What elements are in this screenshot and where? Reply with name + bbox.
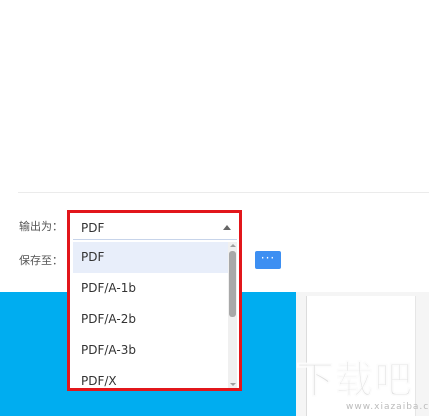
section-divider	[18, 192, 429, 193]
format-option-pdf-x[interactable]: PDF/X	[73, 366, 231, 388]
format-option-pdf-a-1b[interactable]: PDF/A-1b	[73, 273, 231, 304]
watermark-url: www.xiazaiba.com	[346, 402, 429, 412]
scroll-down-arrow-icon[interactable]	[230, 383, 236, 386]
caret-up-icon[interactable]	[223, 225, 231, 230]
format-option-pdf[interactable]: PDF	[73, 242, 231, 273]
browse-folder-button[interactable]: ···	[255, 251, 281, 269]
output-format-label: 输出为：	[19, 220, 63, 233]
save-location-label: 保存至：	[19, 254, 63, 267]
dropdown-scrollbar[interactable]	[228, 242, 237, 388]
watermark-logo: 下载吧 www.xiazaiba.com	[290, 358, 429, 416]
format-option-pdf-a-2b[interactable]: PDF/A-2b	[73, 304, 231, 335]
scrollbar-thumb[interactable]	[229, 251, 236, 317]
watermark-logo-text: 下载吧	[295, 358, 414, 403]
format-options-list: PDF PDF/A-1b PDF/A-2b PDF/A-3b PDF/X	[73, 242, 231, 388]
format-option-pdf-a-3b[interactable]: PDF/A-3b	[73, 335, 231, 366]
selected-format-value: PDF	[81, 221, 105, 235]
output-format-select[interactable]: PDF	[73, 216, 237, 240]
app-canvas: 输出为： 保存至： ··· 下载吧 www.xiazaiba.com PDF P…	[0, 0, 429, 416]
more-dots-icon: ···	[260, 251, 276, 265]
scroll-up-arrow-icon[interactable]	[230, 244, 236, 247]
format-dropdown-highlight: PDF PDF PDF/A-1b PDF/A-2b PDF/A-3b PDF/X	[67, 210, 242, 391]
